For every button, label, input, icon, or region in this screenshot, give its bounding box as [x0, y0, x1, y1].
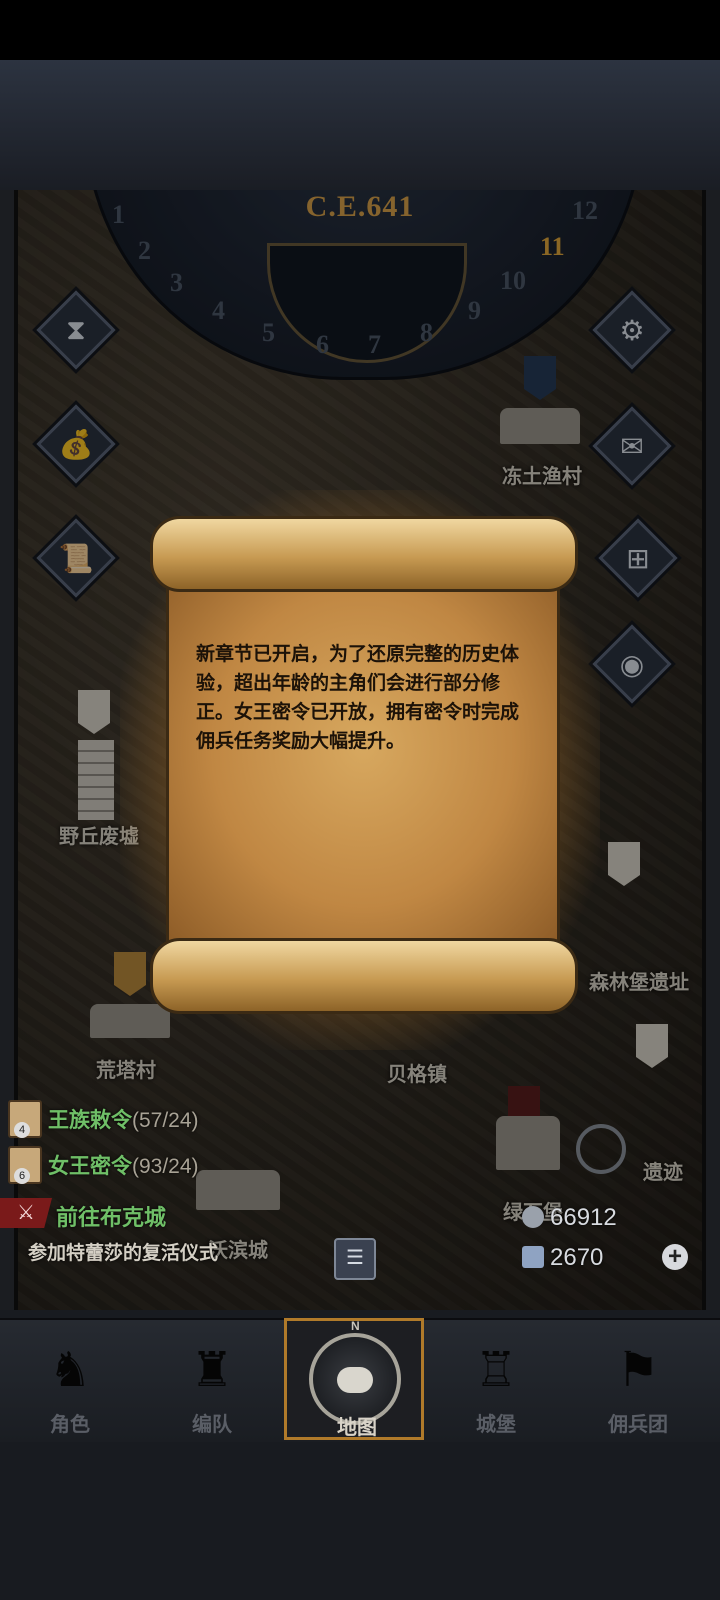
tab-formation-label: 编队 [192, 1414, 232, 1436]
scroll-bottom-roll [150, 938, 578, 1014]
crossed-swords-icon[interactable]: ⚔ [0, 1198, 52, 1228]
helmet-icon: ♜ [190, 1344, 234, 1397]
stone-wall-header [0, 60, 720, 190]
compass-north-letter: N [351, 1319, 360, 1333]
tab-map[interactable]: N 地图 [284, 1318, 424, 1440]
tab-character-label: 角色 [50, 1414, 90, 1436]
tab-formation[interactable]: ♜ 编队 [142, 1318, 282, 1440]
tab-castle-label: 城堡 [476, 1414, 516, 1436]
knight-icon: ♞ [48, 1344, 92, 1397]
tab-mercenary-label: 佣兵团 [608, 1414, 668, 1436]
scroll-paper [166, 580, 560, 952]
silver-amount: 66912 [550, 1204, 617, 1231]
travel-quest[interactable]: 前往布克城 [56, 1200, 166, 1232]
crystal-icon [522, 1246, 544, 1268]
scroll-top-roll [150, 516, 578, 592]
queen-decree-name: 女王密令 [48, 1155, 132, 1178]
queen-decree-quest[interactable]: 女王密令(93/24) [48, 1150, 199, 1180]
royal-decree-name: 王族敕令 [48, 1109, 132, 1132]
collapse-quests-button[interactable]: ☰ [334, 1238, 376, 1280]
tab-castle[interactable]: ♖ 城堡 [426, 1318, 566, 1440]
quest-objective[interactable]: 参加特蕾莎的复活仪式 [28, 1238, 218, 1265]
crystal-amount: 2670 [550, 1244, 604, 1271]
banner-flag-icon: ⚑ [616, 1344, 660, 1397]
tab-mercenary[interactable]: ⚑ 佣兵团 [568, 1318, 708, 1440]
castle-icon: ♖ [474, 1344, 518, 1397]
chapter-message: 新章节已开启，为了还原完整的历史体验，超出年龄的主角们会进行部分修正。女王密令已… [196, 644, 520, 752]
queen-decree-count: (93/24) [132, 1155, 199, 1178]
status-bar [0, 0, 720, 60]
tab-character[interactable]: ♞ 角色 [0, 1318, 140, 1440]
add-currency-button[interactable]: + [662, 1244, 688, 1270]
royal-decree-quest[interactable]: 王族敕令(57/24) [48, 1104, 199, 1134]
queen-decree-badge: 6 [14, 1168, 30, 1184]
silver-coin-icon [522, 1206, 544, 1228]
royal-decree-badge: 4 [14, 1122, 30, 1138]
tab-map-label: 地图 [337, 1417, 377, 1439]
royal-decree-count: (57/24) [132, 1109, 199, 1132]
